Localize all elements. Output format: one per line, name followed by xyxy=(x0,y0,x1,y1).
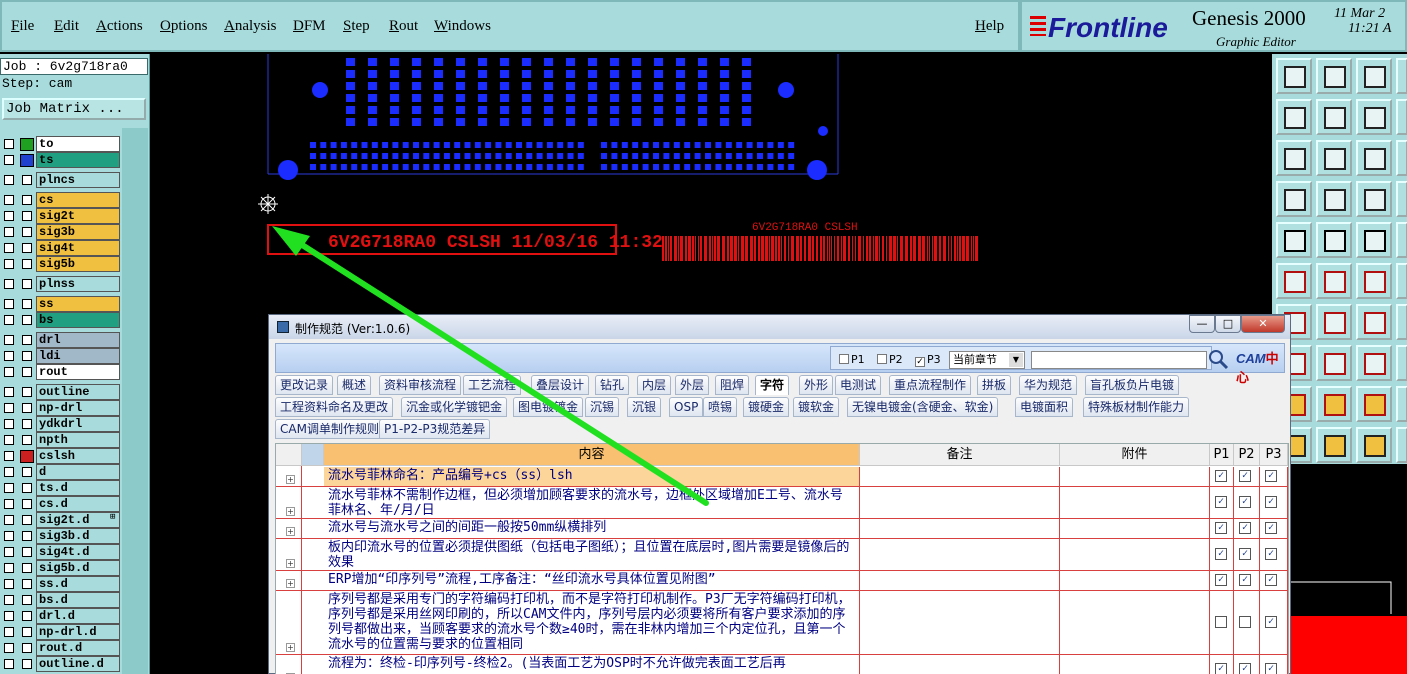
arrow-head-icon xyxy=(272,226,310,256)
genesis-window: File Edit Actions Options Analysis DFM S… xyxy=(0,0,1407,674)
annotation-arrow xyxy=(272,226,709,506)
arrow-shaft xyxy=(282,231,709,506)
